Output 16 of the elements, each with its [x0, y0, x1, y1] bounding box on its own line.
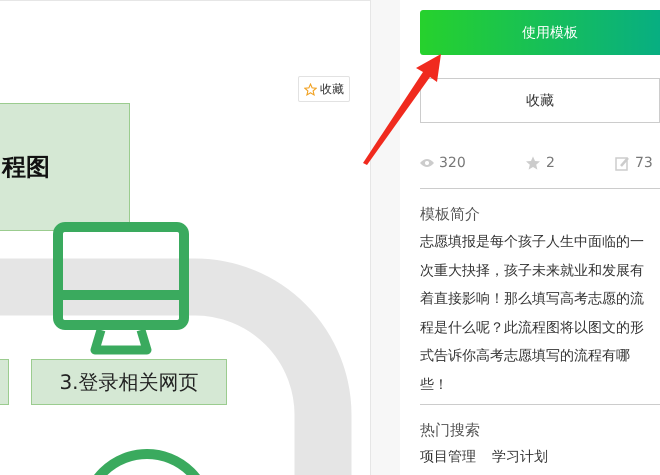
- template-description: 志愿填报是每个孩子人生中面临的一次重大抉择，孩子未来就业和发展有着直接影响！那么填写高考志愿的流程是什么呢？此流程图将以图文的形式告诉你高考志愿填写的流程有哪些！: [420, 233, 645, 395]
- search-tag-link[interactable]: 项目管理: [420, 448, 476, 466]
- search-tag-link[interactable]: 学习计划: [492, 448, 548, 466]
- star-icon: [525, 155, 541, 171]
- eye-icon: [420, 158, 434, 168]
- favorite-button[interactable]: 收藏: [298, 76, 350, 102]
- stat-count: 320: [439, 155, 466, 171]
- favorite-button[interactable]: 收藏: [420, 78, 660, 123]
- diagram-title: 程图: [2, 152, 50, 183]
- edit-icon: [615, 156, 630, 170]
- section-heading: 模板简介: [420, 205, 481, 224]
- step-label: 3.登录相关网页: [59, 368, 199, 396]
- star-icon: [304, 82, 317, 96]
- stat-count: 73: [635, 155, 653, 171]
- stat-count: 2: [546, 155, 555, 171]
- section-heading: 热门搜索: [420, 420, 481, 440]
